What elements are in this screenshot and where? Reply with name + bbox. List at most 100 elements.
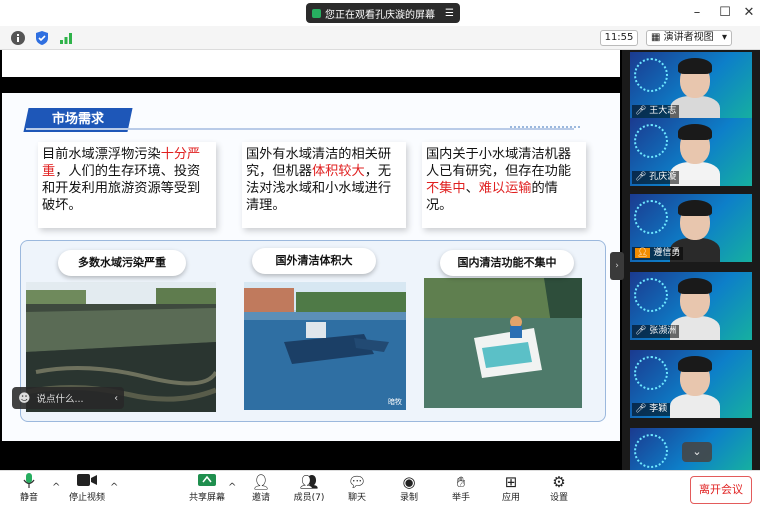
- photo-foreign-boat: 暗牧: [244, 282, 406, 410]
- mute-label: 静音: [19, 493, 38, 503]
- hand-icon: ✋︎: [456, 473, 466, 491]
- caption-domestic: 国内清洁功能不集中: [440, 250, 574, 276]
- chevron-up-icon[interactable]: ^: [228, 482, 236, 493]
- members-button[interactable]: 👥︎ 成员(7): [286, 473, 332, 507]
- participant-name-text: 孔庆漩: [649, 172, 677, 182]
- participant-name: 🎤︎ 王大志: [632, 105, 680, 118]
- participant-hair: [678, 58, 712, 74]
- mic-icon: 🎤︎: [635, 106, 650, 116]
- participant-tile[interactable]: 👤︎ 遵信勇: [630, 194, 752, 262]
- participant-name-text: 王大志: [649, 106, 677, 116]
- text-box-pollution: 目前水域漂浮物污染十分严重，人们的生存环境、投资和开发利用旅游资源等受到破坏。: [38, 142, 216, 228]
- share-screen-button[interactable]: 共享屏幕: [184, 473, 230, 507]
- text-highlight: 难以运输: [478, 181, 532, 196]
- participant-tile[interactable]: 🎤︎ 张濒洲: [630, 272, 752, 340]
- chevron-up-icon[interactable]: ^: [110, 482, 118, 493]
- participant-name-text: 遵信勇: [653, 248, 681, 258]
- add-user-icon: 👤︎: [251, 473, 271, 491]
- view-mode-label: 演讲者视图: [663, 32, 714, 43]
- microphone-icon: [6, 473, 52, 491]
- participant-tile[interactable]: 🎤︎ 李颖: [630, 350, 752, 418]
- mic-muted-icon: 🎤︎: [635, 326, 650, 336]
- members-label: 成员(7): [293, 493, 325, 503]
- slide-top-band: [2, 50, 620, 78]
- more-icon[interactable]: ☰: [445, 8, 454, 19]
- participant-name: 🎤︎ 李颖: [632, 403, 671, 416]
- minimize-icon[interactable]: –: [688, 4, 706, 22]
- close-icon[interactable]: ✕: [740, 4, 758, 22]
- heading-underline: [26, 128, 574, 130]
- maximize-icon[interactable]: ☐: [716, 4, 734, 22]
- record-icon: ◉: [402, 473, 416, 491]
- record-label: 录制: [399, 493, 418, 503]
- participant-tile[interactable]: 🎤︎ 孔庆漩: [630, 118, 752, 186]
- participant-hair: [678, 124, 712, 140]
- view-mode-select[interactable]: ▦ 演讲者视图 ▾: [646, 30, 732, 46]
- mic-icon: 🎤︎: [635, 172, 650, 182]
- view-mode-icon: ▦: [651, 32, 664, 43]
- stop-video-button[interactable]: 停止视频: [64, 473, 110, 507]
- tile-background-logo: [634, 278, 668, 312]
- tile-background-logo: [634, 434, 668, 468]
- participant-name: 🎤︎ 孔庆漩: [632, 171, 680, 184]
- participant-name: 🎤︎ 张濒洲: [632, 325, 680, 338]
- share-screen-label: 共享屏幕: [188, 493, 225, 503]
- chat-icon: 💬︎: [347, 473, 367, 491]
- chat-button[interactable]: 💬︎ 聊天: [334, 473, 380, 507]
- avatar-icon: 👤︎: [635, 248, 651, 258]
- shield-icon[interactable]: [34, 30, 50, 46]
- members-icon: 👥︎: [299, 473, 319, 491]
- scroll-down-button[interactable]: ⌄: [682, 442, 712, 462]
- chat-label: 聊天: [347, 493, 366, 503]
- tile-background-logo: [634, 356, 668, 390]
- apps-label: 应用: [501, 493, 520, 503]
- text-box-foreign: 国外有水域清洁的相关研究，但机器体积较大，无法对浅水域和小水域进行清理。: [242, 142, 406, 228]
- caption-polluted: 多数水域污染严重: [58, 250, 186, 276]
- tile-background-logo: [634, 58, 668, 92]
- screen-share-notice[interactable]: 您正在观看孔庆漩的屏幕 ☰: [306, 3, 460, 23]
- signal-icon[interactable]: [58, 30, 74, 46]
- apps-button[interactable]: ⊞ 应用: [488, 473, 534, 507]
- settings-button[interactable]: ⚙︎ 设置: [536, 473, 582, 507]
- emoji-icon[interactable]: ☻: [18, 391, 31, 405]
- decorative-dots: [510, 126, 580, 130]
- camera-icon: [64, 473, 110, 491]
- slide-letterbox-top: [2, 77, 620, 93]
- participant-video: [670, 394, 720, 418]
- text-segment: ，人们的生存环境、投资和开发利用旅游资源等受到破坏。: [42, 164, 201, 213]
- participant-tile[interactable]: 🎤︎ 王大志: [630, 52, 752, 120]
- raise-hand-label: 举手: [451, 493, 470, 503]
- photo-domestic-boat: [424, 278, 582, 408]
- collapse-panel-button[interactable]: ›: [610, 252, 624, 280]
- chevron-left-icon[interactable]: ‹: [114, 393, 118, 404]
- participant-hair: [678, 356, 712, 372]
- info-icon[interactable]: [10, 30, 26, 46]
- chevron-down-icon: ▾: [721, 32, 727, 43]
- stop-video-label: 停止视频: [68, 493, 105, 503]
- share-status-icon: [312, 8, 321, 18]
- caption-foreign: 国外清洁体积大: [252, 248, 376, 274]
- leave-meeting-button[interactable]: 离开会议: [690, 476, 752, 504]
- share-screen-icon: [184, 473, 230, 491]
- tile-background-logo: [634, 200, 668, 234]
- slide-letterbox-bottom: [2, 441, 620, 470]
- mute-button[interactable]: 静音: [6, 473, 52, 507]
- raise-hand-button[interactable]: ✋︎ 举手: [438, 473, 484, 507]
- participant-name-text: 张濒洲: [649, 326, 677, 336]
- participant-hair: [678, 200, 712, 216]
- meeting-timer: 11:55: [600, 30, 638, 46]
- text-highlight: 不集中: [426, 181, 466, 196]
- invite-button[interactable]: 👤︎ 邀请: [238, 473, 284, 507]
- apps-icon: ⊞: [504, 473, 518, 491]
- text-segment: 目前水域漂浮物污染: [42, 147, 161, 162]
- text-segment: 国内关于小水域清洁机器人已有研究，但存在功能: [426, 147, 572, 179]
- participant-name: 👤︎ 遵信勇: [632, 247, 684, 260]
- chevron-up-icon[interactable]: ^: [52, 482, 60, 493]
- chat-quick-input[interactable]: ☻ 说点什么... ‹: [12, 387, 124, 409]
- invite-label: 邀请: [251, 493, 270, 503]
- settings-label: 设置: [549, 493, 568, 503]
- chat-placeholder: 说点什么...: [36, 394, 84, 405]
- text-highlight: 体积较大: [311, 164, 365, 179]
- text-box-domestic: 国内关于小水域清洁机器人已有研究，但存在功能不集中、难以运输的情况。: [422, 142, 586, 228]
- record-button[interactable]: ◉ 录制: [386, 473, 432, 507]
